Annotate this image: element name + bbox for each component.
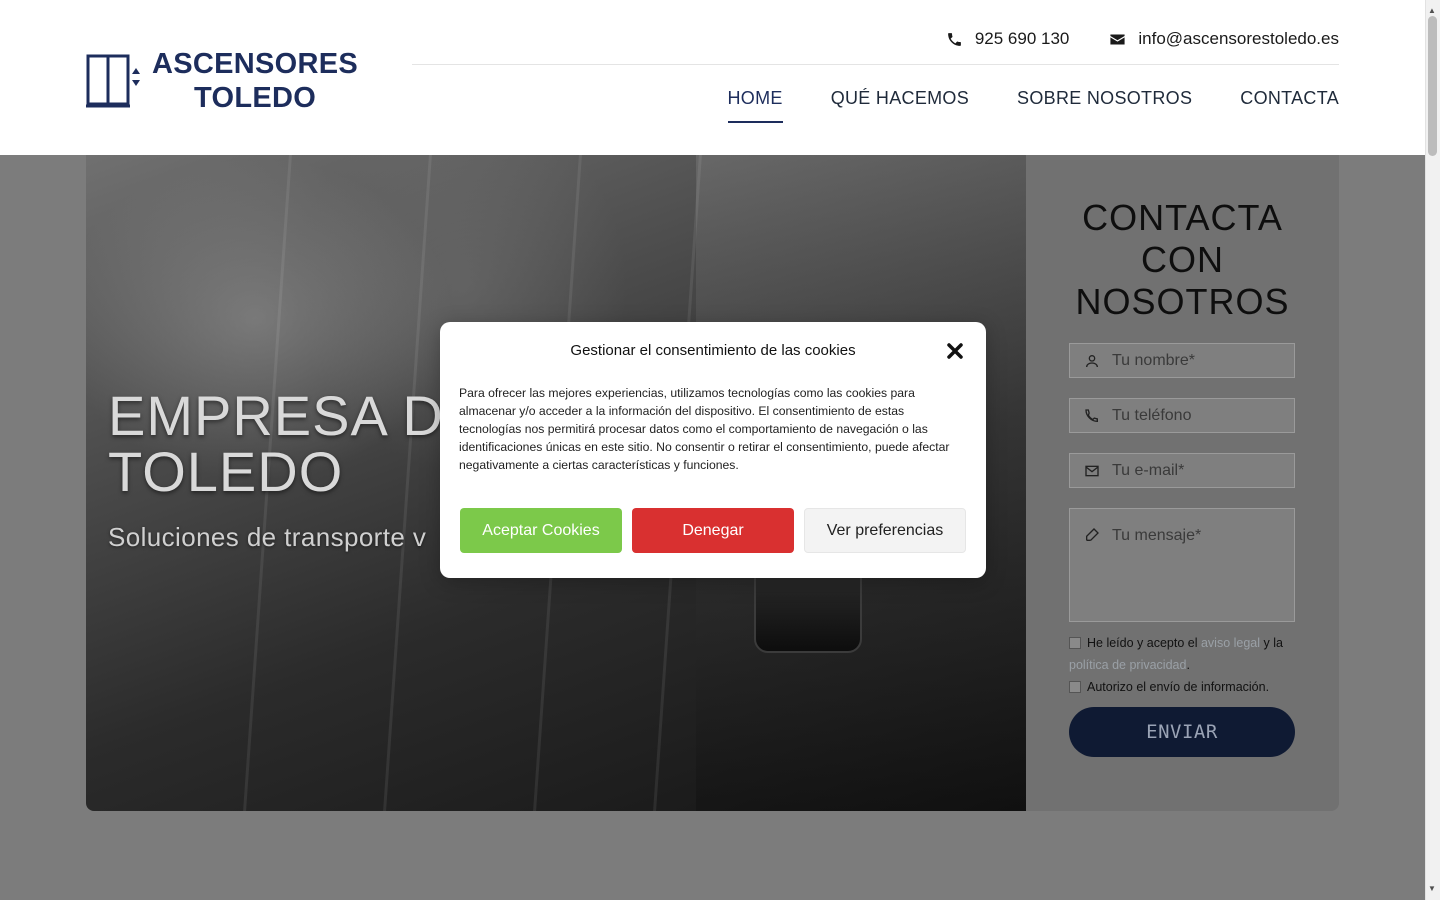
cookie-dialog-text: Para ofrecer las mejores experiencias, u… — [459, 386, 950, 472]
email-placeholder: Tu e-mail* — [1112, 461, 1185, 479]
deny-cookies-button[interactable]: Denegar — [632, 508, 794, 553]
phone-outline-icon — [1085, 408, 1098, 422]
nav-item-home[interactable]: HOME — [727, 88, 783, 123]
contact-form-title: CONTACTA CON NOSOTROS — [1026, 197, 1339, 323]
logo-line-1: ASCENSORES — [152, 48, 359, 80]
phone-icon — [947, 32, 961, 46]
scrollbar-thumb[interactable] — [1428, 16, 1437, 156]
info-consent-label: Autorizo el envío de información. — [1087, 680, 1270, 694]
edit-icon — [1086, 528, 1099, 541]
contact-form: CONTACTA CON NOSOTROS Tu nombre* Tu telé… — [1026, 155, 1339, 811]
phone-field[interactable]: Tu teléfono — [1069, 398, 1295, 433]
phone-link[interactable]: 925 690 130 — [946, 29, 1070, 49]
view-preferences-button[interactable]: Ver preferencias — [804, 508, 966, 553]
hero-title-line-2: TOLEDO — [108, 440, 344, 503]
close-icon[interactable] — [944, 340, 966, 362]
aviso-legal-link[interactable]: aviso legal — [1201, 636, 1260, 650]
hero-title: EMPRESA DE TOLEDO — [108, 388, 482, 500]
nav-item-que-hacemos[interactable]: QUÉ HACEMOS — [831, 88, 969, 123]
email-link[interactable]: info@ascensorestoledo.es — [1109, 29, 1339, 49]
cookie-consent-dialog: Gestionar el consentimiento de las cooki… — [440, 322, 986, 578]
elevator-door-icon — [86, 52, 142, 110]
info-consent-checkbox[interactable] — [1069, 681, 1081, 693]
privacy-policy-link[interactable]: política de privacidad — [1069, 658, 1186, 672]
contact-topbar: 925 690 130 info@ascensorestoledo.es — [412, 18, 1339, 65]
phone-number: 925 690 130 — [974, 29, 1070, 48]
hero-title-line-1: EMPRESA DE — [108, 384, 483, 447]
cookie-dialog-title: Gestionar el consentimiento de las cooki… — [570, 342, 856, 359]
logo-line-2: TOLEDO — [193, 82, 317, 114]
legal-text-suffix: . — [1186, 658, 1190, 672]
user-icon — [1086, 354, 1098, 367]
nav-item-sobre-nosotros[interactable]: SOBRE NOSOTROS — [1017, 88, 1192, 123]
legal-text-mid: y la — [1260, 636, 1283, 650]
site-logo[interactable]: ASCENSORES TOLEDO — [86, 48, 358, 114]
message-field[interactable]: Tu mensaje* — [1069, 508, 1295, 622]
envelope-outline-icon — [1085, 465, 1099, 476]
legal-checkbox[interactable] — [1069, 637, 1081, 649]
scroll-down-arrow-icon[interactable]: ▼ — [1428, 884, 1436, 893]
main-nav: HOME QUÉ HACEMOS SOBRE NOSOTROS CONTACTA — [727, 88, 1340, 123]
email-address: info@ascensorestoledo.es — [1138, 29, 1339, 48]
info-consent-row: Autorizo el envío de información. — [1069, 676, 1299, 698]
accept-cookies-button[interactable]: Aceptar Cookies — [460, 508, 622, 553]
envelope-icon — [1110, 34, 1125, 44]
send-button[interactable]: ENVIAR — [1069, 707, 1295, 757]
email-field[interactable]: Tu e-mail* — [1069, 453, 1295, 488]
legal-consent-row: He leído y acepto el aviso legal y la po… — [1069, 632, 1299, 676]
elevator-handle-image — [754, 573, 862, 653]
name-placeholder: Tu nombre* — [1112, 351, 1195, 369]
phone-placeholder: Tu teléfono — [1112, 406, 1192, 424]
nav-item-contacta[interactable]: CONTACTA — [1240, 88, 1339, 123]
site-header: ASCENSORES TOLEDO 925 690 130 info@ascen… — [0, 0, 1425, 155]
contact-title-line-1: CONTACTA — [1082, 197, 1283, 238]
contact-title-line-3: NOSOTROS — [1075, 281, 1290, 322]
logo-wordmark: ASCENSORES TOLEDO — [152, 47, 358, 115]
legal-text-prefix: He leído y acepto el — [1087, 636, 1201, 650]
name-field[interactable]: Tu nombre* — [1069, 343, 1295, 378]
message-placeholder: Tu mensaje* — [1112, 527, 1202, 544]
hero-subtitle: Soluciones de transporte v — [108, 522, 427, 552]
contact-title-line-2: CON — [1141, 239, 1224, 280]
scroll-up-arrow-icon[interactable]: ▲ — [1428, 6, 1436, 15]
